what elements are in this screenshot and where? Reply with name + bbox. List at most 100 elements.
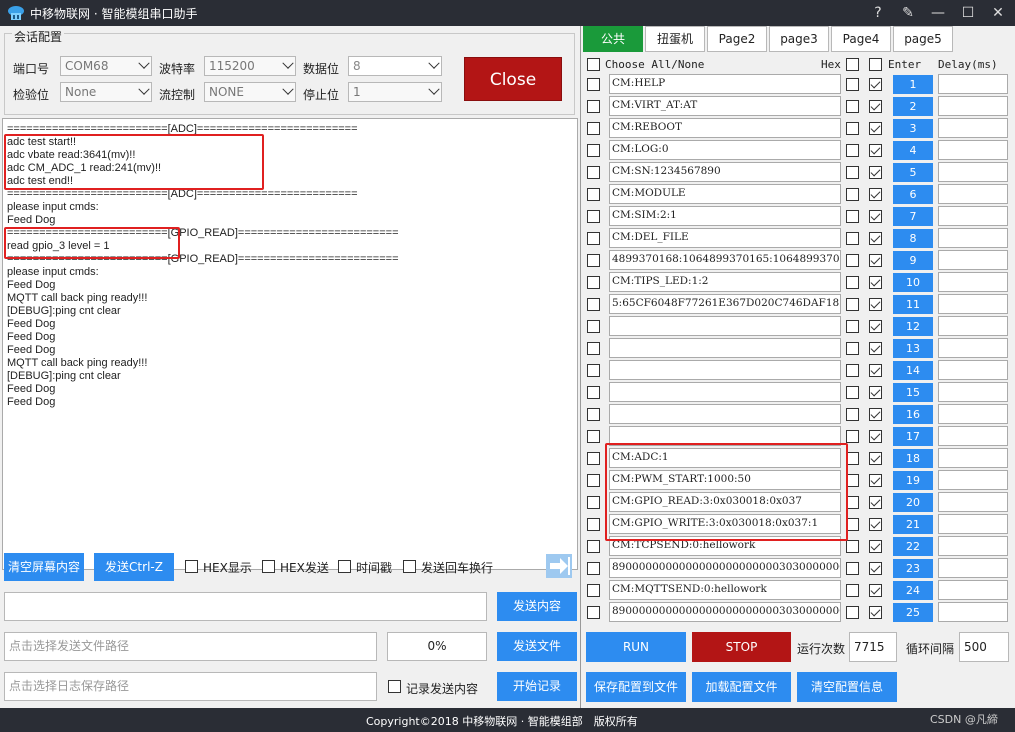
run-count-input[interactable]: 7715 — [849, 632, 897, 662]
command-enter-checkbox[interactable] — [869, 408, 882, 421]
command-delay-input[interactable] — [938, 162, 1008, 182]
command-input[interactable]: 8900000000000000000000000303000000002BDD — [609, 602, 841, 622]
command-send-button[interactable]: 6 — [893, 185, 933, 204]
command-select-checkbox[interactable] — [587, 144, 600, 157]
command-delay-input[interactable] — [938, 580, 1008, 600]
command-delay-input[interactable] — [938, 118, 1008, 138]
command-input[interactable] — [609, 316, 841, 336]
command-select-checkbox[interactable] — [587, 452, 600, 465]
pin-icon[interactable]: ✎ — [896, 2, 920, 24]
command-enter-checkbox[interactable] — [869, 188, 882, 201]
command-hex-checkbox[interactable] — [846, 408, 859, 421]
command-select-checkbox[interactable] — [587, 276, 600, 289]
send-crlf-checkbox[interactable] — [403, 560, 416, 573]
command-delay-input[interactable] — [938, 184, 1008, 204]
command-select-checkbox[interactable] — [587, 188, 600, 201]
close-window-button[interactable]: ✕ — [986, 2, 1010, 24]
command-input[interactable]: CM:MQTTSEND:0:hellowork — [609, 580, 841, 600]
command-select-checkbox[interactable] — [587, 408, 600, 421]
command-delay-input[interactable] — [938, 96, 1008, 116]
loop-interval-input[interactable]: 500 — [959, 632, 1009, 662]
command-hex-checkbox[interactable] — [846, 606, 859, 619]
command-enter-checkbox[interactable] — [869, 144, 882, 157]
maximize-button[interactable]: ☐ — [956, 2, 980, 24]
command-send-button[interactable]: 19 — [893, 471, 933, 490]
tab-page4[interactable]: Page4 — [831, 26, 891, 52]
command-send-button[interactable]: 18 — [893, 449, 933, 468]
command-enter-checkbox[interactable] — [869, 518, 882, 531]
command-send-button[interactable]: 9 — [893, 251, 933, 270]
send-input[interactable] — [4, 592, 487, 621]
send-ctrlz-button[interactable]: 发送Ctrl-Z — [94, 553, 174, 581]
command-hex-checkbox[interactable] — [846, 276, 859, 289]
command-input[interactable] — [609, 338, 841, 358]
command-delay-input[interactable] — [938, 140, 1008, 160]
command-delay-input[interactable] — [938, 536, 1008, 556]
command-delay-input[interactable] — [938, 470, 1008, 490]
send-file-path-input[interactable]: 点击选择发送文件路径 — [4, 632, 377, 661]
command-input[interactable]: 4899370168:1064899370165:1064899370167 — [609, 250, 841, 270]
command-select-checkbox[interactable] — [587, 606, 600, 619]
command-send-button[interactable]: 12 — [893, 317, 933, 336]
command-send-button[interactable]: 25 — [893, 603, 933, 622]
command-select-checkbox[interactable] — [587, 562, 600, 575]
command-select-checkbox[interactable] — [587, 232, 600, 245]
hex-all-checkbox[interactable] — [846, 58, 859, 71]
send-content-button[interactable]: 发送内容 — [497, 592, 577, 621]
command-delay-input[interactable] — [938, 426, 1008, 446]
command-send-button[interactable]: 8 — [893, 229, 933, 248]
command-send-button[interactable]: 4 — [893, 141, 933, 160]
send-file-button[interactable]: 发送文件 — [497, 632, 577, 661]
command-select-checkbox[interactable] — [587, 254, 600, 267]
command-enter-checkbox[interactable] — [869, 210, 882, 223]
hex-display-checkbox[interactable] — [185, 560, 198, 573]
command-hex-checkbox[interactable] — [846, 188, 859, 201]
command-enter-checkbox[interactable] — [869, 100, 882, 113]
command-delay-input[interactable] — [938, 228, 1008, 248]
command-send-button[interactable]: 23 — [893, 559, 933, 578]
command-input[interactable]: CM:LOG:0 — [609, 140, 841, 160]
command-input[interactable]: CM:VIRT_AT:AT — [609, 96, 841, 116]
command-delay-input[interactable] — [938, 74, 1008, 94]
command-hex-checkbox[interactable] — [846, 562, 859, 575]
command-enter-checkbox[interactable] — [869, 78, 882, 91]
command-select-checkbox[interactable] — [587, 540, 600, 553]
run-button[interactable]: RUN — [586, 632, 686, 662]
command-hex-checkbox[interactable] — [846, 540, 859, 553]
command-select-checkbox[interactable] — [587, 364, 600, 377]
command-select-checkbox[interactable] — [587, 166, 600, 179]
command-hex-checkbox[interactable] — [846, 232, 859, 245]
command-enter-checkbox[interactable] — [869, 474, 882, 487]
command-select-checkbox[interactable] — [587, 78, 600, 91]
command-delay-input[interactable] — [938, 382, 1008, 402]
command-send-button[interactable]: 14 — [893, 361, 933, 380]
command-select-checkbox[interactable] — [587, 430, 600, 443]
command-input[interactable] — [609, 404, 841, 424]
command-enter-checkbox[interactable] — [869, 298, 882, 311]
baud-select[interactable]: 115200 — [204, 56, 296, 76]
clear-config-button[interactable]: 清空配置信息 — [797, 672, 897, 702]
timestamp-checkbox[interactable] — [338, 560, 351, 573]
port-select[interactable]: COM68 — [60, 56, 152, 76]
command-select-checkbox[interactable] — [587, 474, 600, 487]
command-input[interactable] — [609, 382, 841, 402]
command-enter-checkbox[interactable] — [869, 452, 882, 465]
command-input[interactable]: CM:SN:1234567890 — [609, 162, 841, 182]
command-send-button[interactable]: 7 — [893, 207, 933, 226]
load-config-button[interactable]: 加载配置文件 — [692, 672, 791, 702]
command-delay-input[interactable] — [938, 360, 1008, 380]
command-input[interactable] — [609, 360, 841, 380]
command-send-button[interactable]: 1 — [893, 75, 933, 94]
enter-all-checkbox[interactable] — [869, 58, 882, 71]
minimize-button[interactable]: — — [926, 2, 950, 24]
command-send-button[interactable]: 15 — [893, 383, 933, 402]
command-hex-checkbox[interactable] — [846, 254, 859, 267]
command-input[interactable]: CM:HELP — [609, 74, 841, 94]
stopbits-select[interactable]: 1 — [348, 82, 442, 102]
command-delay-input[interactable] — [938, 206, 1008, 226]
command-send-button[interactable]: 2 — [893, 97, 933, 116]
command-send-button[interactable]: 13 — [893, 339, 933, 358]
command-hex-checkbox[interactable] — [846, 100, 859, 113]
start-record-button[interactable]: 开始记录 — [497, 672, 577, 701]
databits-select[interactable]: 8 — [348, 56, 442, 76]
